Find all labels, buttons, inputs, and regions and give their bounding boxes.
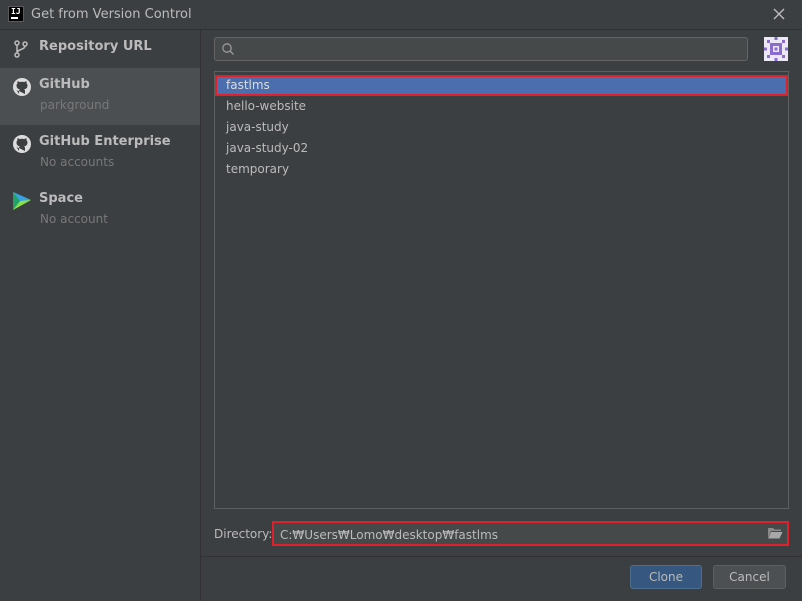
sidebar-item-label: Repository URL (39, 39, 152, 54)
dialog-window: IJ Get from Version Control Repository U… (0, 0, 802, 601)
clone-button[interactable]: Clone (630, 565, 702, 589)
directory-label: Directory: (214, 527, 273, 541)
list-item[interactable]: fastlms (215, 75, 788, 96)
list-item[interactable]: hello-website (215, 96, 788, 117)
sidebar-item-label: GitHub (39, 77, 90, 92)
search-input[interactable] (239, 40, 743, 60)
list-item[interactable]: temporary (215, 159, 788, 180)
folder-open-icon[interactable] (767, 526, 783, 540)
source-sidebar: Repository URL GitHub parkground GitHub … (0, 30, 201, 601)
dialog-title: Get from Version Control (31, 7, 192, 22)
list-item[interactable]: java-study (215, 117, 788, 138)
repository-search (214, 37, 748, 61)
avatar[interactable] (764, 37, 788, 61)
directory-field (272, 521, 789, 546)
repository-list: fastlms hello-website java-study java-st… (214, 71, 789, 509)
sidebar-item-account: No accounts (40, 155, 115, 169)
github-icon (12, 134, 32, 154)
sidebar-item-space[interactable]: Space No account (0, 182, 200, 239)
list-item[interactable]: java-study-02 (215, 138, 788, 159)
intellij-app-icon: IJ (8, 6, 24, 22)
footer-divider (201, 556, 802, 557)
sidebar-item-github[interactable]: GitHub parkground (0, 68, 200, 125)
search-icon (221, 42, 235, 56)
directory-input[interactable] (278, 525, 762, 544)
sidebar-item-label: GitHub Enterprise (39, 134, 171, 149)
cancel-button[interactable]: Cancel (713, 565, 786, 589)
sidebar-item-github-enterprise[interactable]: GitHub Enterprise No accounts (0, 125, 200, 182)
close-icon[interactable] (770, 5, 788, 23)
sidebar-item-account: parkground (40, 98, 110, 112)
sidebar-item-account: No account (40, 212, 108, 226)
space-icon (12, 191, 32, 211)
github-icon (12, 77, 32, 97)
title-bar: IJ Get from Version Control (0, 0, 802, 30)
git-branch-icon (12, 39, 32, 59)
sidebar-item-label: Space (39, 191, 83, 206)
